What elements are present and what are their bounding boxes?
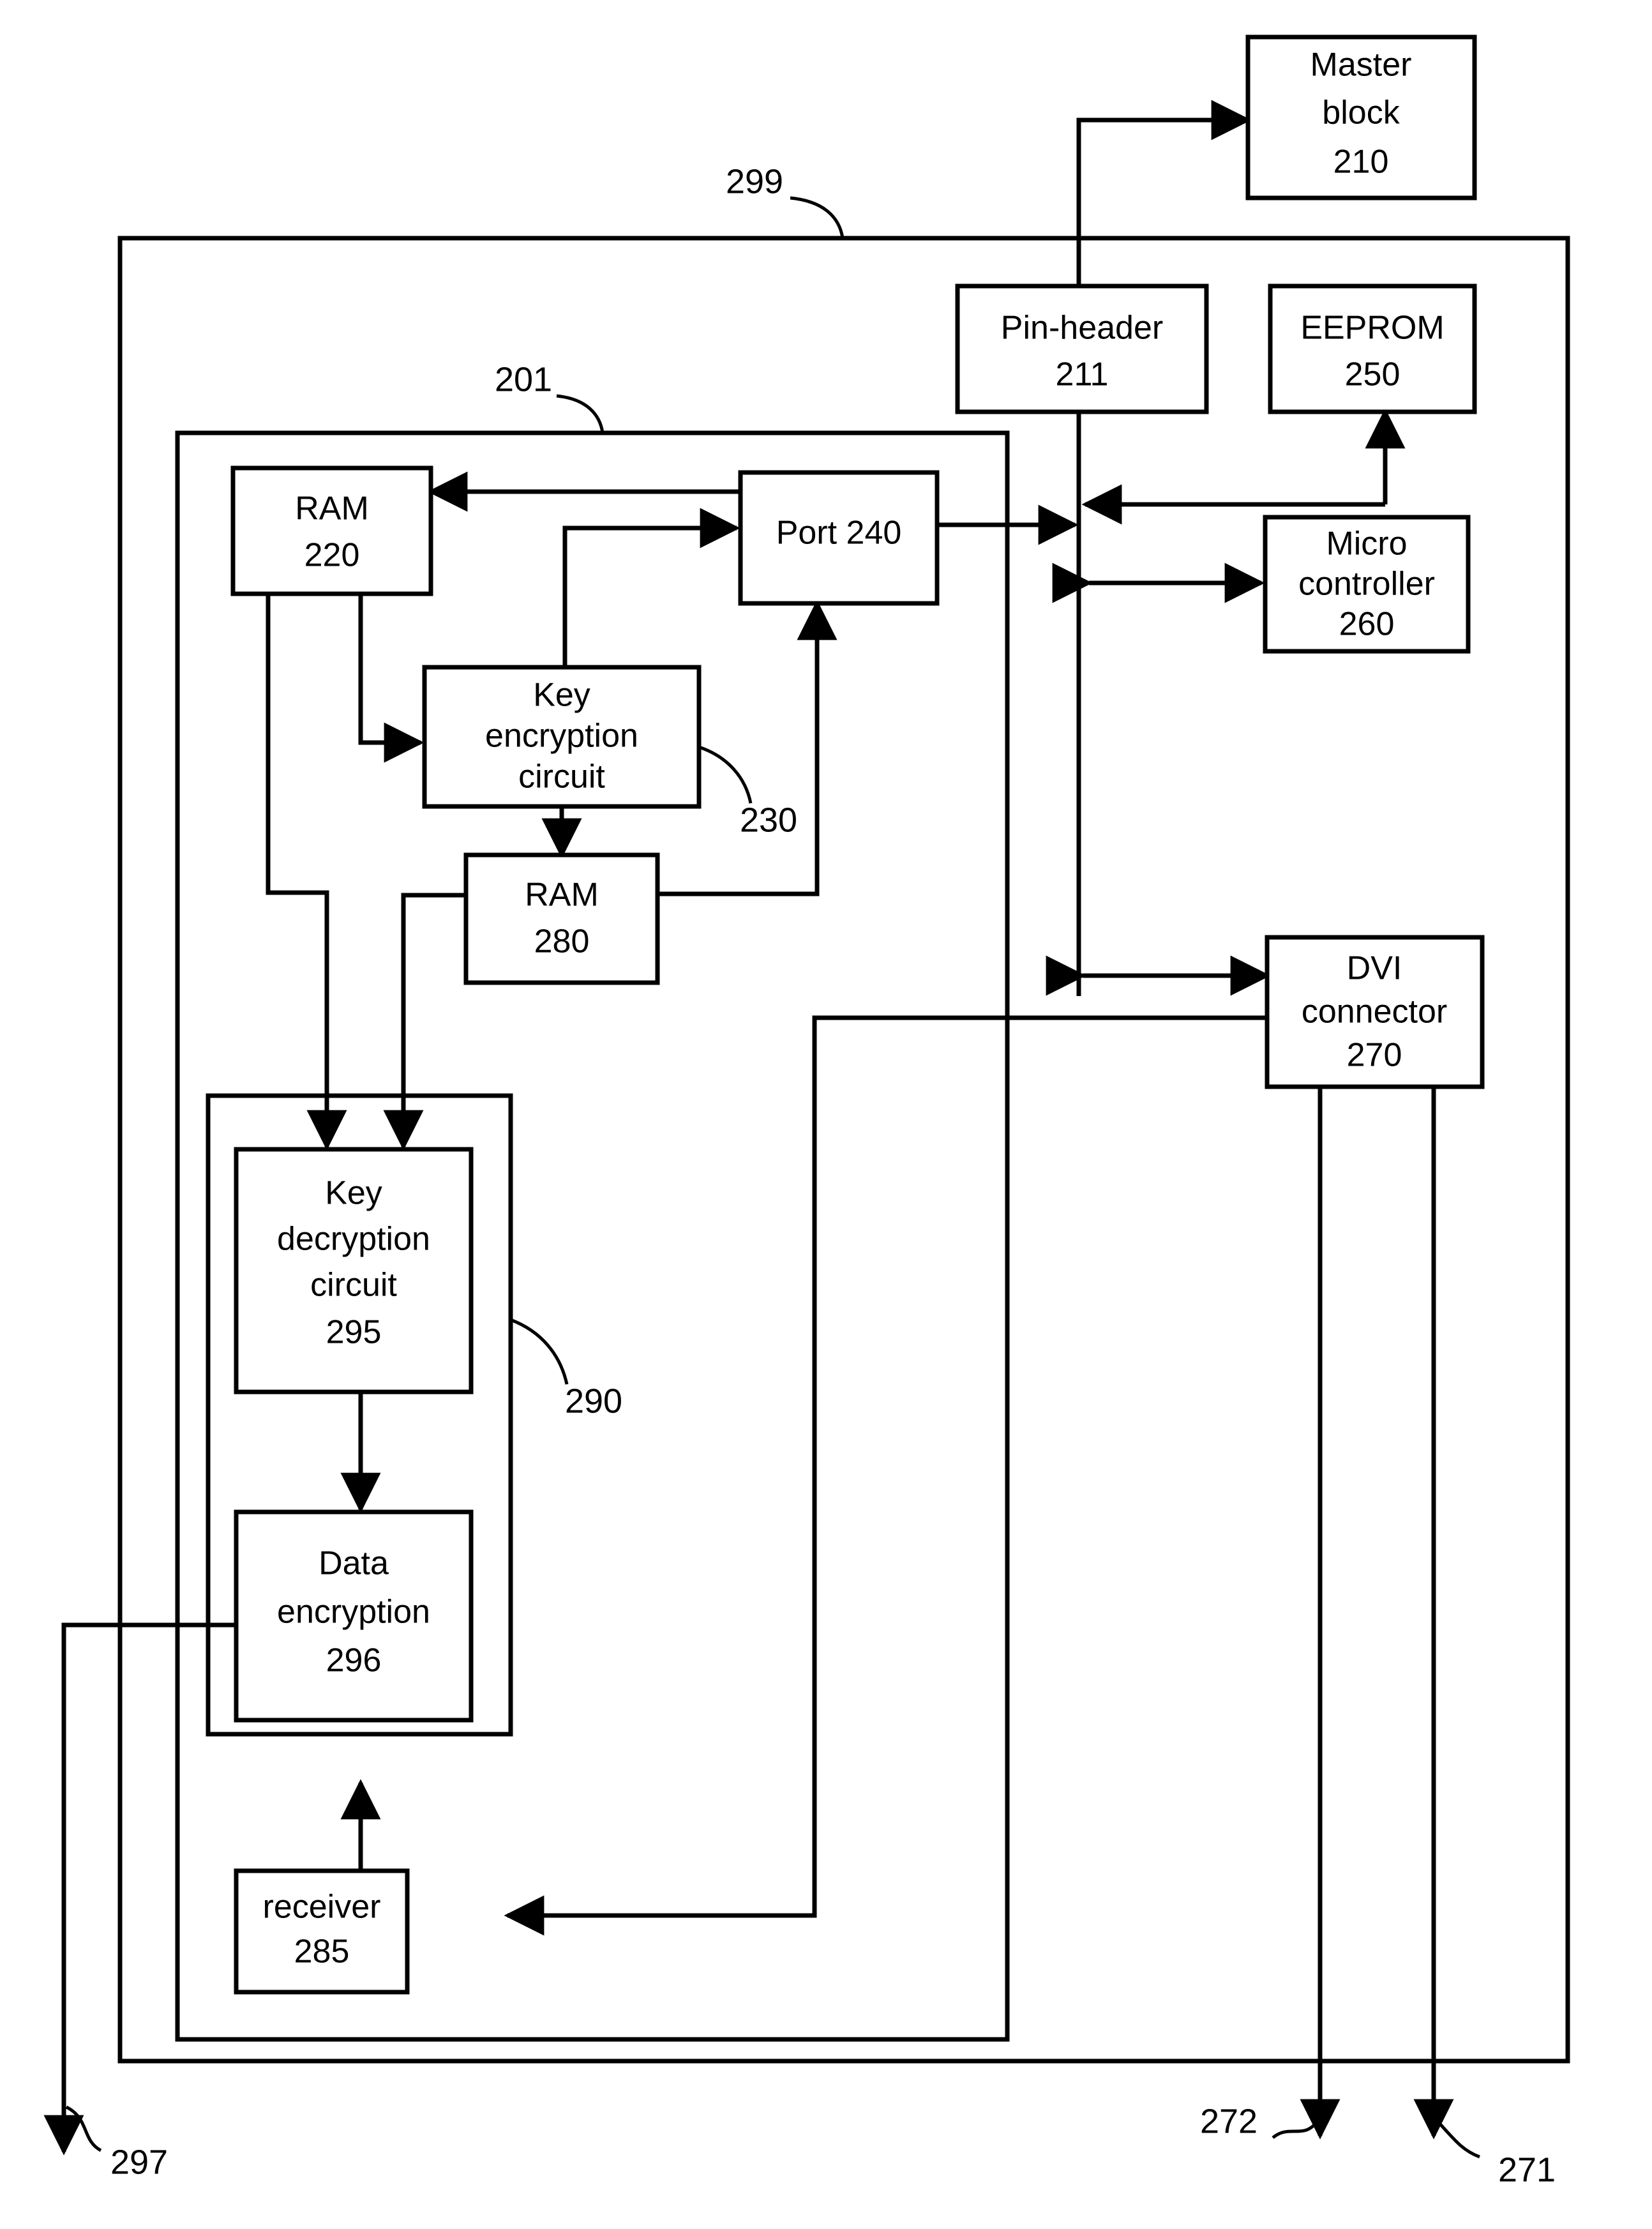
eeprom-ref: 250 (1345, 356, 1400, 393)
ref-271: 271 (1498, 2150, 1556, 2189)
dvi-line2: connector (1302, 994, 1447, 1031)
block-dvi-connector-270[interactable]: DVI connector 270 (1265, 935, 1485, 1089)
key-enc-line2: encryption (485, 718, 638, 755)
leader-299 (790, 196, 845, 239)
ram280-line1: RAM (525, 877, 599, 914)
block-receiver-285[interactable]: receiver 285 (234, 1868, 410, 1995)
key-enc-line3: circuit (518, 759, 605, 796)
micro-line2: controller (1298, 566, 1435, 603)
ref-272: 272 (1200, 2102, 1258, 2140)
key-dec-line3: circuit (310, 1267, 397, 1304)
ram220-line1: RAM (295, 490, 369, 527)
wire-pinheader-to-master (1076, 100, 1252, 286)
patent-figure: Master block 210 Pin-header 211 EEPROM 2… (0, 0, 1652, 2229)
block-data-encryption-296[interactable]: Data encryption 296 (234, 1509, 474, 1723)
data-enc-line1: Data (319, 1545, 389, 1582)
ref-299: 299 (726, 162, 783, 200)
block-ram-220[interactable]: RAM 220 (230, 465, 433, 596)
leader-272 (1272, 2120, 1319, 2139)
leader-290 (510, 1318, 569, 1385)
block-port-240[interactable]: Port 240 (738, 470, 940, 606)
leader-230 (698, 745, 753, 804)
key-enc-line1: Key (533, 677, 590, 714)
ref-290: 290 (565, 1382, 622, 1420)
dvi-line1: DVI (1347, 950, 1402, 987)
wire-ram220-to-keydec (266, 594, 347, 1151)
block-key-encryption-circuit[interactable]: Key encryption circuit (422, 665, 702, 809)
pin-header-ref: 211 (1056, 356, 1109, 393)
wire-dvi-to-receiver (504, 1015, 1267, 1936)
block-key-decryption-circuit-295[interactable]: Key decryption circuit 295 (234, 1147, 474, 1394)
block-diagram-svg: Master block 210 Pin-header 211 EEPROM 2… (43, 34, 1570, 2189)
micro-line1: Micro (1326, 525, 1407, 563)
dvi-ref: 270 (1347, 1037, 1402, 1074)
key-dec-ref: 295 (326, 1314, 382, 1351)
micro-ref: 260 (1339, 606, 1395, 643)
master-block-line1: Master (1310, 47, 1412, 84)
receiver-line1: receiver (263, 1889, 381, 1926)
block-master-210[interactable]: Master block 210 (1245, 34, 1477, 200)
ram280-ref: 280 (534, 923, 590, 960)
eeprom-line1: EEPROM (1300, 310, 1444, 347)
ref-230: 230 (740, 801, 797, 839)
wire-keyenc-to-port (562, 508, 740, 667)
ref-201: 201 (495, 360, 552, 398)
ref-297: 297 (110, 2143, 168, 2181)
data-enc-line2: encryption (277, 1594, 430, 1631)
receiver-ref: 285 (294, 1933, 350, 1970)
block-ram-280[interactable]: RAM 280 (463, 852, 660, 985)
block-micro-controller-260[interactable]: Micro controller 260 (1263, 515, 1471, 654)
ram220-ref: 220 (304, 537, 360, 574)
leader-271 (1435, 2119, 1480, 2159)
key-dec-line1: Key (325, 1175, 382, 1212)
wire-dataenc-to-297 (43, 1622, 240, 2156)
wire-ram280-to-keydec (383, 893, 466, 1151)
block-eeprom-250[interactable]: EEPROM 250 (1268, 283, 1477, 414)
leader-297 (65, 2105, 102, 2152)
block-pin-header-211[interactable]: Pin-header 211 (955, 283, 1209, 414)
data-enc-ref: 296 (326, 1642, 382, 1679)
pin-header-line1: Pin-header (1001, 310, 1163, 347)
key-dec-line2: decryption (277, 1221, 430, 1258)
port240-label: Port 240 (776, 515, 902, 552)
master-block-ref: 210 (1333, 144, 1389, 181)
master-block-line2: block (1322, 94, 1400, 132)
wire-ram220-to-keyenc (358, 594, 424, 763)
leader-201 (556, 394, 604, 434)
